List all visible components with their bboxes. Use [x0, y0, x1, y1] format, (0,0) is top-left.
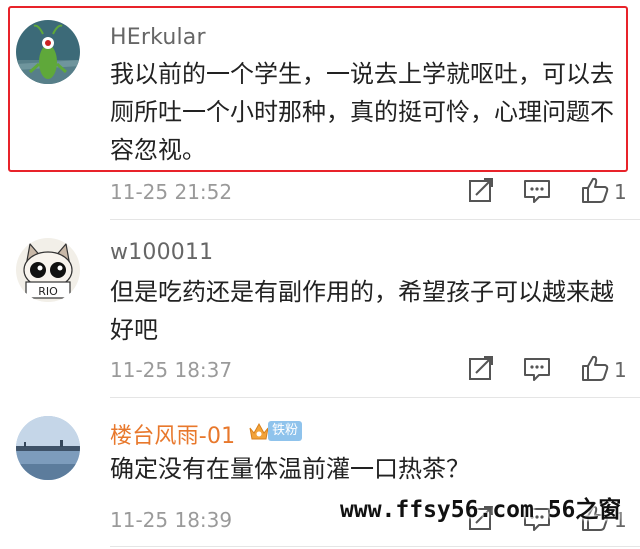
reply-icon[interactable] — [522, 354, 552, 384]
comment-text: 我以前的一个学生，一说去上学就呕吐，可以去厕所吐一个小时那种，真的挺可怜，心理问… — [110, 60, 614, 164]
comment-item: HErkular 我以前的一个学生，一说去上学就呕吐，可以去厕所吐一个小时那种，… — [0, 0, 640, 220]
like-count: 1 — [614, 358, 627, 382]
lake-scenery-avatar-icon — [16, 416, 80, 480]
username[interactable]: 楼台风雨-01 — [110, 418, 235, 450]
watermark-text: www.ffsy56.com 56之窗 — [340, 497, 622, 523]
like-icon[interactable] — [580, 353, 610, 383]
username[interactable]: w100011 — [110, 240, 213, 265]
share-icon[interactable] — [466, 176, 496, 206]
crown-icon — [249, 422, 269, 440]
comment-text: 但是吃药还是有副作用的，希望孩子可以越来越好吧 — [110, 278, 614, 344]
comment-text: 确定没有在量体温前灌一口热茶？ — [110, 455, 470, 483]
divider — [110, 397, 640, 398]
comment-timestamp: 11-25 18:37 — [110, 358, 233, 382]
like-icon[interactable] — [580, 175, 610, 205]
fan-badge: 铁粉 — [248, 419, 303, 443]
comment-timestamp: 11-25 21:52 — [110, 180, 233, 204]
share-icon[interactable] — [466, 354, 496, 384]
avatar[interactable]: RIO — [16, 238, 80, 302]
username[interactable]: HErkular — [110, 25, 206, 50]
divider — [110, 219, 640, 220]
avatar[interactable] — [16, 416, 80, 480]
avatar[interactable] — [16, 20, 80, 84]
badge-label: 铁粉 — [268, 421, 303, 441]
like-count: 1 — [614, 180, 627, 204]
divider — [110, 546, 640, 547]
reply-icon[interactable] — [522, 176, 552, 206]
svg-text:RIO: RIO — [38, 285, 58, 298]
comment-timestamp: 11-25 18:39 — [110, 508, 233, 532]
cartoon-cat-reading-avatar-icon: RIO — [16, 238, 80, 302]
plankton-avatar-icon — [16, 20, 80, 84]
